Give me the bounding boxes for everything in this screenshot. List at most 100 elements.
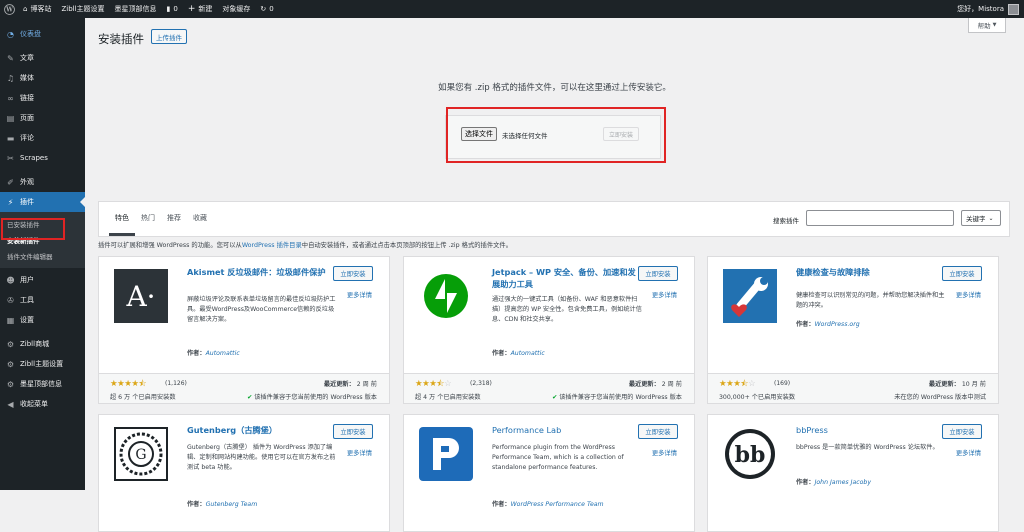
- search-type-select[interactable]: 关键字 ⌄: [961, 210, 1001, 226]
- site-name-link[interactable]: ⌂ 博客站: [18, 0, 56, 18]
- comments-link[interactable]: ▮ 0: [162, 0, 183, 18]
- tab-popular[interactable]: 热门: [135, 202, 161, 236]
- tab-featured[interactable]: 特色: [109, 202, 135, 236]
- akismet-icon[interactable]: A·: [114, 269, 168, 323]
- install-now-button[interactable]: 立即安装: [942, 266, 982, 281]
- plugin-author: 作者：John James Jacoby: [796, 479, 872, 486]
- plugin-name-link[interactable]: Akismet 反垃圾邮件：垃圾邮件保护: [187, 266, 337, 278]
- sidebar-item-links[interactable]: ∞ 链接: [0, 88, 85, 108]
- highlight-box-upload: [446, 107, 666, 163]
- sidebar-item-scrapes[interactable]: ✂ Scrapes: [0, 148, 85, 168]
- install-now-button[interactable]: 立即安装: [333, 266, 373, 281]
- help-tab-button[interactable]: 帮助 ▼: [968, 18, 1006, 33]
- sidebar-item-comments[interactable]: ▬ 评论: [0, 128, 85, 148]
- active-installs: 300,000+ 个已启用安装数: [719, 394, 796, 401]
- plugin-description: 健康检查可以识别常见的问题，并帮助您解决插件和主题的冲突。: [796, 292, 945, 309]
- author-link[interactable]: John James Jacoby: [815, 479, 871, 486]
- sidebar-item-zibll-settings[interactable]: ⚙ Zibll主题设置: [0, 354, 85, 374]
- install-now-button[interactable]: 立即安装: [638, 424, 678, 439]
- plugin-author: 作者：WordPress Performance Team: [492, 501, 604, 508]
- updates-link[interactable]: ↻ 0: [255, 0, 278, 18]
- search-label: 搜索插件: [773, 217, 799, 225]
- author-link[interactable]: WordPress Performance Team: [511, 501, 604, 508]
- author-link[interactable]: Automattic: [511, 350, 545, 357]
- svg-text:bb: bb: [735, 442, 766, 468]
- plugin-description: Gutenberg（古腾堡） 插件为 WordPress 添加了编辑、定制和网站…: [187, 444, 336, 471]
- refresh-icon: ↻: [260, 5, 267, 13]
- author-link[interactable]: WordPress.org: [815, 321, 860, 328]
- intro-text: 插件可以扩展和增强 WordPress 的功能。您可以从WordPress 插件…: [98, 242, 513, 249]
- pin-icon: ✎: [7, 53, 14, 63]
- plugin-name-link[interactable]: Gutenberg（古腾堡）: [187, 424, 337, 436]
- zibll-theme-link[interactable]: Zibll主题设置: [56, 0, 109, 18]
- install-now-button[interactable]: 立即安装: [333, 424, 373, 439]
- comment-icon: ▮: [166, 5, 171, 13]
- bbpress-icon[interactable]: bb: [723, 427, 777, 481]
- sidebar-item-tools[interactable]: ✇ 工具: [0, 290, 85, 310]
- admin-sidebar: ◔ 仪表盘 ✎ 文章 ♫ 媒体 ∞ 链接 ▤ 页面 ▬ 评论 ✂ Scrapes ✐ 外观 ⚡ 插…: [0, 18, 85, 490]
- plugin-filter-bar: 特色 热门 推荐 收藏 搜索插件 关键字 ⌄: [98, 201, 1010, 237]
- page-icon: ▤: [6, 113, 15, 123]
- object-cache-link[interactable]: 对象缓存: [217, 0, 255, 18]
- sidebar-item-pages[interactable]: ▤ 页面: [0, 108, 85, 128]
- collapse-icon: ◀: [7, 399, 14, 409]
- gear-icon: ⚙: [6, 339, 15, 349]
- more-details-link[interactable]: 更多详情: [956, 290, 981, 299]
- sidebar-item-moxing-info[interactable]: ⚙ 墨星顶部信息: [0, 374, 85, 394]
- sidebar-item-posts[interactable]: ✎ 文章: [0, 48, 85, 68]
- compatibility: ✔ 该插件兼容于您当前使用的 WordPress 版本: [247, 394, 377, 401]
- sidebar-item-dashboard[interactable]: ◔ 仪表盘: [0, 24, 85, 44]
- more-details-link[interactable]: 更多详情: [956, 448, 981, 457]
- upload-plugin-button[interactable]: 上传插件: [151, 29, 187, 44]
- plugin-directory-link[interactable]: WordPress 插件目录: [242, 242, 302, 249]
- sidebar-subitem-editor[interactable]: 插件文件编辑器: [0, 248, 85, 264]
- svg-text:W: W: [5, 6, 13, 13]
- author-link[interactable]: Automattic: [206, 350, 240, 357]
- active-installs: 超 4 万 个已启用安装数: [415, 394, 481, 401]
- window-scrollbar[interactable]: [1018, 18, 1024, 490]
- plugin-description: bbPress 是一款简单优雅的 WordPress 论坛软件。: [796, 444, 939, 451]
- sidebar-item-settings[interactable]: ▦ 设置: [0, 310, 85, 330]
- plugin-name-link[interactable]: Performance Lab: [492, 424, 642, 436]
- svg-text:G: G: [135, 447, 146, 463]
- sidebar-item-plugins[interactable]: ⚡ 插件: [0, 192, 85, 212]
- author-link[interactable]: Gutenberg Team: [206, 501, 258, 508]
- star-rating: ★★★⯪☆: [719, 379, 756, 389]
- performance-lab-icon[interactable]: [419, 427, 473, 481]
- more-details-link[interactable]: 更多详情: [347, 290, 372, 299]
- sidebar-item-appearance[interactable]: ✐ 外观: [0, 172, 85, 192]
- plugin-card-akismet: A· Akismet 反垃圾邮件：垃圾邮件保护 立即安装 更多详情 屏蔽垃圾评论…: [98, 256, 390, 404]
- plugin-card-performance-lab: Performance Lab 立即安装 更多详情 Performance pl…: [403, 414, 695, 532]
- gutenberg-icon[interactable]: G: [114, 427, 168, 481]
- more-details-link[interactable]: 更多详情: [652, 290, 677, 299]
- highlight-box-submenu: [1, 218, 65, 240]
- plugin-name-link[interactable]: 健康检查与故障排除: [796, 266, 946, 278]
- more-details-link[interactable]: 更多详情: [652, 448, 677, 457]
- caret-down-icon: ▼: [992, 22, 997, 28]
- plugin-icon: ⚡: [7, 197, 14, 207]
- more-details-link[interactable]: 更多详情: [347, 448, 372, 457]
- install-now-button[interactable]: 立即安装: [638, 266, 678, 281]
- sidebar-collapse-menu[interactable]: ◀ 收起菜单: [0, 394, 85, 414]
- last-updated: 最近更新： 2 周 前: [628, 381, 682, 388]
- jetpack-icon[interactable]: [419, 269, 473, 323]
- plugin-name-link[interactable]: Jetpack – WP 安全、备份、加速和发展助力工具: [492, 266, 642, 290]
- plugin-author: 作者：Automattic: [492, 350, 545, 357]
- new-content-link[interactable]: + 新建: [183, 0, 218, 18]
- sidebar-item-zibll-mall[interactable]: ⚙ Zibll商城: [0, 334, 85, 354]
- tab-favorites[interactable]: 收藏: [187, 202, 213, 236]
- moxing-link[interactable]: 墨星顶部信息: [110, 0, 162, 18]
- plugin-name-link[interactable]: bbPress: [796, 424, 946, 436]
- rating-count: (2,318): [470, 380, 492, 387]
- active-installs: 超 6 万 个已启用安装数: [110, 394, 176, 401]
- sidebar-item-users[interactable]: ☻ 用户: [0, 270, 85, 290]
- comment-icon: ▬: [6, 133, 15, 143]
- health-check-icon[interactable]: [723, 269, 777, 323]
- sidebar-item-media[interactable]: ♫ 媒体: [0, 68, 85, 88]
- wordpress-logo-icon[interactable]: W: [0, 0, 18, 18]
- search-plugins-input[interactable]: [806, 210, 954, 226]
- install-now-button[interactable]: 立即安装: [942, 424, 982, 439]
- tab-recommended[interactable]: 推荐: [161, 202, 187, 236]
- wrench-icon: ✇: [7, 295, 14, 305]
- user-account-menu[interactable]: 您好，Mistora: [952, 0, 1024, 18]
